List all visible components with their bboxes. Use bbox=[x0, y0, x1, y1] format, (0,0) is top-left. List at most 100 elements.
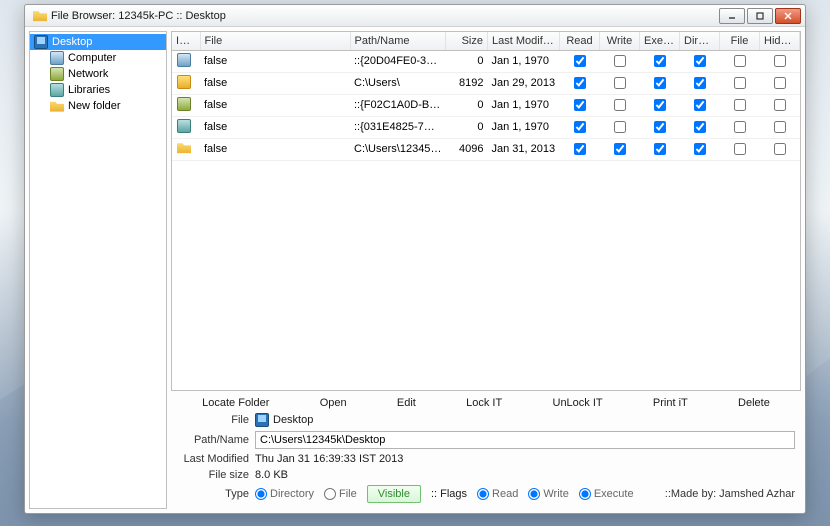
close-button[interactable] bbox=[775, 8, 801, 24]
col-hidden[interactable]: Hidden bbox=[760, 32, 800, 50]
tree-label: New folder bbox=[68, 100, 121, 112]
checkbox[interactable] bbox=[774, 99, 786, 111]
lib-icon bbox=[50, 83, 64, 97]
print-link[interactable]: Print iT bbox=[653, 397, 688, 409]
col-fileflag[interactable]: File bbox=[720, 32, 760, 50]
checkbox[interactable] bbox=[574, 121, 586, 133]
file-radio[interactable]: File bbox=[324, 488, 357, 500]
path-input[interactable] bbox=[255, 431, 795, 449]
col-write[interactable]: Write bbox=[600, 32, 640, 50]
file-size: 0 bbox=[446, 50, 488, 72]
tree-item[interactable]: New folder bbox=[30, 98, 166, 114]
directory-radio[interactable]: Directory bbox=[255, 488, 314, 500]
modified-label: Last Modified bbox=[177, 453, 249, 465]
col-path[interactable]: Path/Name bbox=[350, 32, 446, 50]
checkbox[interactable] bbox=[734, 143, 746, 155]
checkbox[interactable] bbox=[654, 55, 666, 67]
col-read[interactable]: Read bbox=[560, 32, 600, 50]
file-path: ::{20D04FE0-3AEA-1069-A2D8-08002B3030... bbox=[350, 50, 446, 72]
table-row[interactable]: false ::{F02C1A0D-BE21-4350-88B0-7367FC9… bbox=[172, 94, 800, 116]
checkbox[interactable] bbox=[654, 121, 666, 133]
col-directory[interactable]: Directory bbox=[680, 32, 720, 50]
tree-root-desktop[interactable]: Desktop bbox=[30, 34, 166, 50]
checkbox[interactable] bbox=[734, 55, 746, 67]
monitor-icon bbox=[255, 413, 269, 427]
tree-item[interactable]: Network bbox=[30, 66, 166, 82]
checkbox[interactable] bbox=[774, 77, 786, 89]
checkbox[interactable] bbox=[574, 99, 586, 111]
checkbox[interactable] bbox=[694, 143, 706, 155]
user-icon bbox=[177, 75, 191, 89]
checkbox[interactable] bbox=[694, 77, 706, 89]
checkbox[interactable] bbox=[614, 99, 626, 111]
table-row[interactable]: false ::{031E4825-7B94-4DC3-B131-E946B44… bbox=[172, 116, 800, 138]
file-value: Desktop bbox=[273, 414, 313, 426]
file-size: 0 bbox=[446, 116, 488, 138]
minimize-button[interactable] bbox=[719, 8, 745, 24]
checkbox[interactable] bbox=[734, 121, 746, 133]
checkbox[interactable] bbox=[574, 143, 586, 155]
checkbox[interactable] bbox=[654, 99, 666, 111]
file-details: File Desktop Path/Name Last Modified Thu… bbox=[171, 411, 801, 509]
file-size: 8192 bbox=[446, 72, 488, 94]
checkbox[interactable] bbox=[774, 121, 786, 133]
checkbox[interactable] bbox=[734, 99, 746, 111]
write-radio[interactable]: Write bbox=[528, 488, 568, 500]
folder-icon bbox=[177, 141, 191, 155]
checkbox[interactable] bbox=[614, 143, 626, 155]
file-modified: Jan 31, 2013 bbox=[488, 138, 560, 160]
checkbox[interactable] bbox=[774, 55, 786, 67]
type-label: Type bbox=[177, 488, 249, 500]
file-modified: Jan 1, 1970 bbox=[488, 50, 560, 72]
window-title: File Browser: 12345k-PC :: Desktop bbox=[51, 10, 717, 22]
checkbox[interactable] bbox=[574, 55, 586, 67]
checkbox[interactable] bbox=[654, 77, 666, 89]
action-bar: Locate Folder Open Edit Lock IT UnLock I… bbox=[171, 391, 801, 411]
modified-value: Thu Jan 31 16:39:33 IST 2013 bbox=[255, 453, 795, 465]
checkbox[interactable] bbox=[734, 77, 746, 89]
computer-icon bbox=[50, 51, 64, 65]
locate-folder-link[interactable]: Locate Folder bbox=[202, 397, 269, 409]
col-file[interactable]: File bbox=[200, 32, 350, 50]
edit-link[interactable]: Edit bbox=[397, 397, 416, 409]
tree-label: Computer bbox=[68, 52, 116, 64]
checkbox[interactable] bbox=[614, 77, 626, 89]
tree-item[interactable]: Computer bbox=[30, 50, 166, 66]
file-table[interactable]: Icon File Path/Name Size Last Modified R… bbox=[171, 31, 801, 391]
file-name: false bbox=[200, 72, 350, 94]
checkbox[interactable] bbox=[694, 99, 706, 111]
table-row[interactable]: false C:\Users\12345k\Desktop\New folder… bbox=[172, 138, 800, 160]
lock-link[interactable]: Lock IT bbox=[466, 397, 502, 409]
flags-label: :: Flags bbox=[431, 488, 467, 500]
checkbox[interactable] bbox=[774, 143, 786, 155]
unlock-link[interactable]: UnLock IT bbox=[553, 397, 603, 409]
file-browser-window: File Browser: 12345k-PC :: Desktop Deskt… bbox=[24, 4, 806, 514]
delete-link[interactable]: Delete bbox=[738, 397, 770, 409]
checkbox[interactable] bbox=[694, 55, 706, 67]
execute-radio[interactable]: Execute bbox=[579, 488, 634, 500]
checkbox[interactable] bbox=[614, 55, 626, 67]
folder-tree[interactable]: Desktop Computer Network Libraries New fold… bbox=[29, 31, 167, 509]
checkbox[interactable] bbox=[614, 121, 626, 133]
read-radio[interactable]: Read bbox=[477, 488, 518, 500]
tree-item[interactable]: Libraries bbox=[30, 82, 166, 98]
col-icon[interactable]: Icon bbox=[172, 32, 200, 50]
file-label: File bbox=[177, 414, 249, 426]
file-modified: Jan 1, 1970 bbox=[488, 116, 560, 138]
tree-label: Desktop bbox=[52, 36, 92, 48]
col-modified[interactable]: Last Modified bbox=[488, 32, 560, 50]
table-row[interactable]: false C:\Users\ 8192 Jan 29, 2013 bbox=[172, 72, 800, 94]
tree-label: Libraries bbox=[68, 84, 110, 96]
checkbox[interactable] bbox=[694, 121, 706, 133]
checkbox[interactable] bbox=[654, 143, 666, 155]
col-execute[interactable]: Execute bbox=[640, 32, 680, 50]
lib-icon bbox=[177, 119, 191, 133]
visible-button[interactable]: Visible bbox=[367, 485, 421, 503]
open-link[interactable]: Open bbox=[320, 397, 347, 409]
titlebar[interactable]: File Browser: 12345k-PC :: Desktop bbox=[25, 5, 805, 27]
maximize-button[interactable] bbox=[747, 8, 773, 24]
table-row[interactable]: false ::{20D04FE0-3AEA-1069-A2D8-08002B3… bbox=[172, 50, 800, 72]
col-size[interactable]: Size bbox=[446, 32, 488, 50]
checkbox[interactable] bbox=[574, 77, 586, 89]
file-path: C:\Users\ bbox=[350, 72, 446, 94]
